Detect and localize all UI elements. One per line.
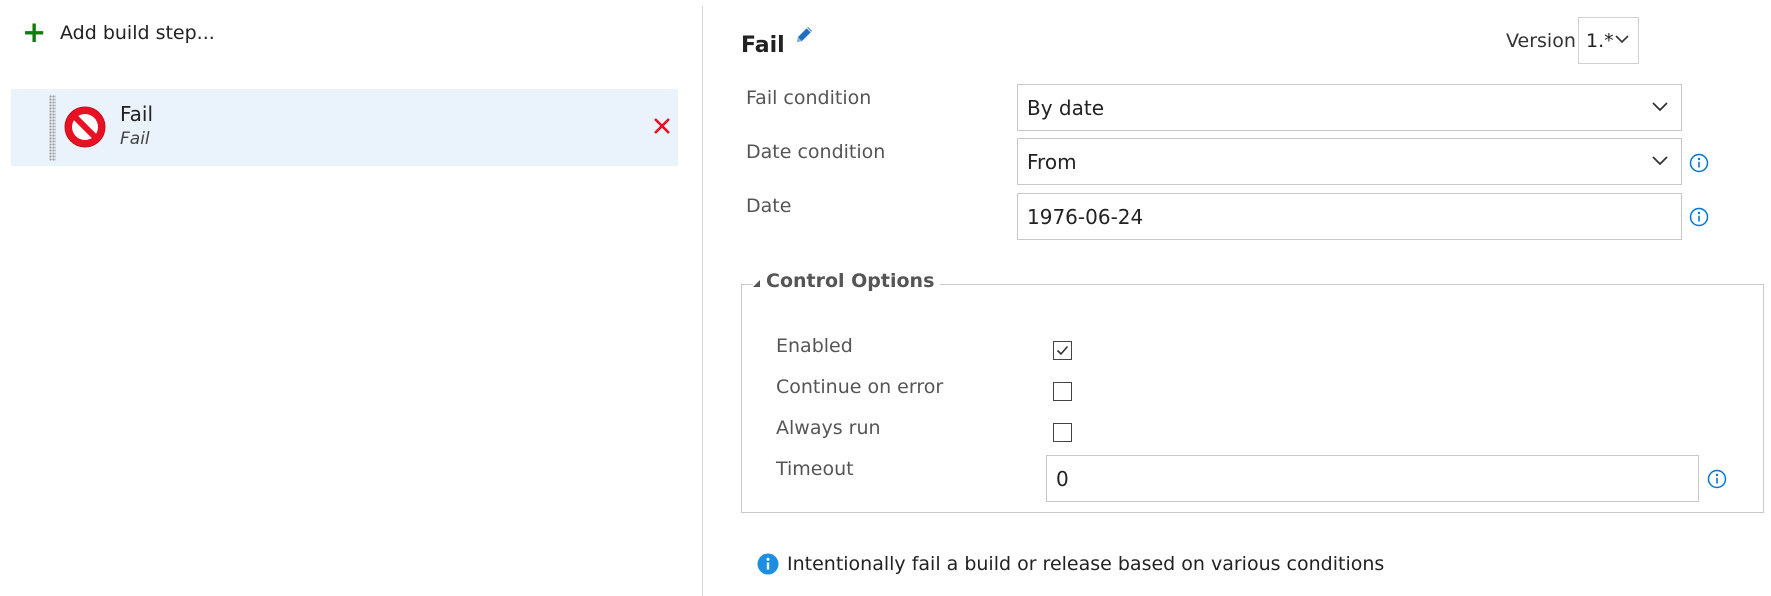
continue-on-error-label: Continue on error [776, 376, 944, 398]
control-options-title: Control Options [766, 270, 935, 292]
collapse-triangle-icon [753, 279, 760, 287]
task-item-subtitle: Fail [120, 129, 150, 149]
info-icon[interactable] [1707, 469, 1727, 489]
no-entry-icon [64, 106, 106, 148]
continue-on-error-checkbox[interactable] [1053, 382, 1072, 401]
info-icon[interactable] [1689, 207, 1709, 227]
add-build-step-label: Add build step... [60, 21, 215, 44]
task-item-name: Fail [120, 102, 154, 126]
task-description: Intentionally fail a build or release ba… [757, 553, 1384, 575]
control-options-toggle[interactable]: Control Options [753, 270, 941, 292]
pencil-icon[interactable] [793, 24, 815, 46]
timeout-input[interactable]: 0 [1046, 455, 1699, 502]
date-condition-select[interactable]: From [1017, 138, 1682, 185]
fail-condition-label: Fail condition [746, 87, 872, 109]
enabled-checkbox[interactable] [1053, 341, 1072, 360]
task-list-item-fail[interactable]: Fail Fail [11, 89, 678, 166]
pane-divider [702, 6, 703, 596]
plus-icon: + [22, 15, 47, 49]
chevron-down-icon [1652, 102, 1668, 112]
checkmark-icon [1056, 345, 1069, 356]
version-value: 1.* [1586, 29, 1614, 52]
date-condition-value: From [1027, 149, 1077, 174]
version-select[interactable]: 1.* [1578, 17, 1639, 64]
date-input[interactable]: 1976-06-24 [1017, 193, 1682, 240]
info-filled-icon [757, 553, 779, 575]
info-icon[interactable] [1689, 153, 1709, 173]
fail-condition-value: By date [1027, 95, 1105, 120]
task-title: Fail [741, 33, 785, 58]
fail-condition-select[interactable]: By date [1017, 84, 1682, 131]
enabled-label: Enabled [776, 335, 853, 357]
always-run-checkbox[interactable] [1053, 423, 1072, 442]
version-label: Version [1506, 30, 1576, 52]
close-icon[interactable] [651, 115, 673, 137]
date-condition-label: Date condition [746, 141, 886, 163]
date-value: 1976-06-24 [1027, 204, 1144, 229]
task-description-text: Intentionally fail a build or release ba… [787, 553, 1385, 575]
add-build-step-button[interactable]: + Add build step... [22, 18, 215, 47]
timeout-value: 0 [1056, 466, 1069, 491]
build-steps-pane: + Add build step... Fail Fail [0, 0, 700, 596]
timeout-label: Timeout [776, 458, 854, 480]
always-run-label: Always run [776, 417, 881, 439]
task-header: Fail [741, 24, 815, 58]
date-label: Date [746, 195, 792, 217]
drag-handle[interactable] [49, 95, 56, 161]
chevron-down-icon [1615, 35, 1629, 44]
chevron-down-icon [1652, 156, 1668, 166]
